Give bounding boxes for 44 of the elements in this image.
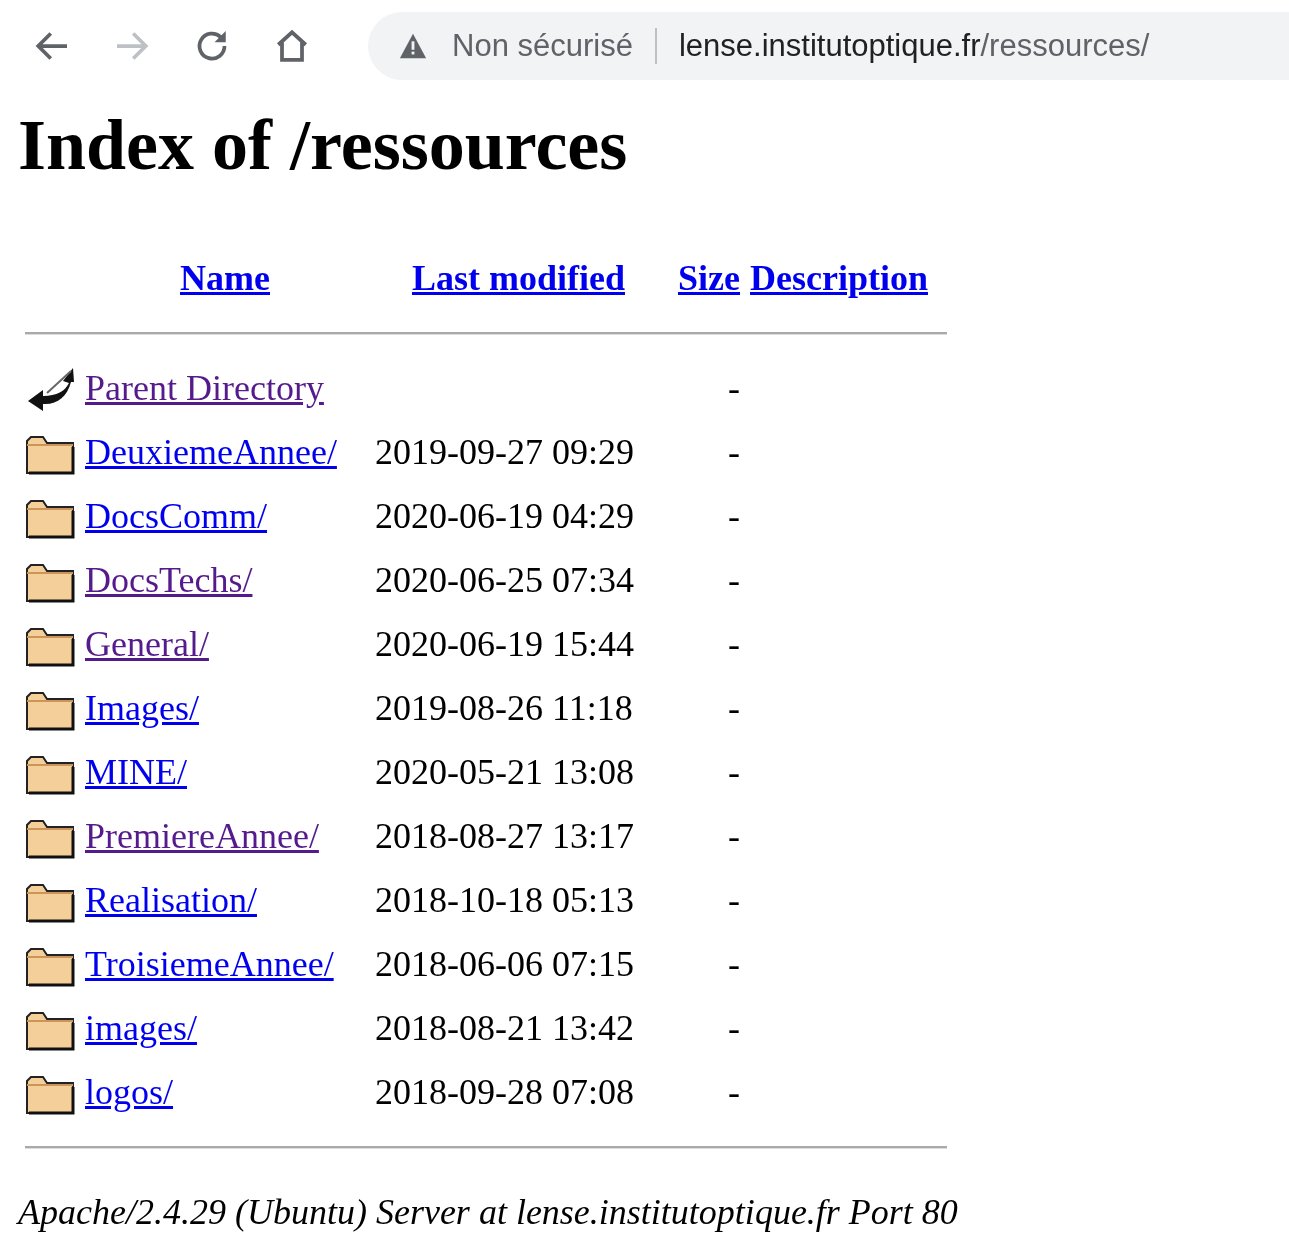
page-heading: Index of /ressources bbox=[18, 104, 629, 187]
file-link[interactable]: Images/ bbox=[85, 676, 199, 740]
file-link[interactable]: logos/ bbox=[85, 1060, 173, 1124]
file-link[interactable]: MINE/ bbox=[85, 740, 187, 804]
modified-date: 2019-08-26 11:18 bbox=[375, 687, 633, 730]
modified-date: 2020-05-21 13:08 bbox=[375, 751, 634, 794]
modified-date: 2018-08-27 13:17 bbox=[375, 815, 634, 858]
file-size: - bbox=[728, 623, 740, 666]
modified-date: 2018-06-06 07:15 bbox=[375, 943, 634, 986]
file-size: - bbox=[728, 943, 740, 986]
modified-date: 2020-06-19 15:44 bbox=[375, 623, 634, 666]
file-link[interactable]: DocsComm/ bbox=[85, 484, 267, 548]
modified-date: 2019-09-27 09:29 bbox=[375, 431, 634, 474]
security-label: Non sécurisé bbox=[452, 28, 633, 64]
file-size: - bbox=[728, 431, 740, 474]
file-size: - bbox=[728, 815, 740, 858]
file-size: - bbox=[728, 495, 740, 538]
file-size: - bbox=[728, 751, 740, 794]
address-bar[interactable]: Non sécurisé lense.institutoptique.fr/ressources/ bbox=[368, 12, 1289, 80]
modified-date: 2020-06-25 07:34 bbox=[375, 559, 634, 602]
column-header-link[interactable]: Description bbox=[750, 246, 928, 310]
server-signature: Apache/2.4.29 (Ubuntu) Server at lense.institutoptique.fr Port 80 bbox=[18, 1191, 959, 1234]
modified-date: 2018-09-28 07:08 bbox=[375, 1071, 634, 1114]
file-link[interactable]: DocsTechs/ bbox=[85, 548, 253, 612]
column-header-link[interactable]: Last modified bbox=[412, 246, 625, 310]
column-header-link[interactable]: Name bbox=[180, 246, 270, 310]
modified-date: 2020-06-19 04:29 bbox=[375, 495, 634, 538]
file-link[interactable]: DeuxiemeAnnee/ bbox=[85, 420, 337, 484]
file-link[interactable]: General/ bbox=[85, 612, 209, 676]
file-link[interactable]: TroisiemeAnnee/ bbox=[85, 932, 334, 996]
file-size: - bbox=[728, 1007, 740, 1050]
file-size: - bbox=[728, 879, 740, 922]
file-size: - bbox=[728, 1071, 740, 1114]
file-size: - bbox=[728, 559, 740, 602]
file-size: - bbox=[728, 687, 740, 730]
modified-date: 2018-10-18 05:13 bbox=[375, 879, 634, 922]
file-link[interactable]: Parent Directory bbox=[85, 356, 324, 420]
file-link[interactable]: images/ bbox=[85, 996, 197, 1060]
file-link[interactable]: PremiereAnnee/ bbox=[85, 804, 319, 868]
file-link[interactable]: Realisation/ bbox=[85, 868, 257, 932]
column-header-link[interactable]: Size bbox=[678, 246, 740, 310]
file-size: - bbox=[728, 367, 740, 410]
url-text: lense.institutoptique.fr/ressources/ bbox=[678, 28, 1150, 64]
modified-date: 2018-08-21 13:42 bbox=[375, 1007, 634, 1050]
